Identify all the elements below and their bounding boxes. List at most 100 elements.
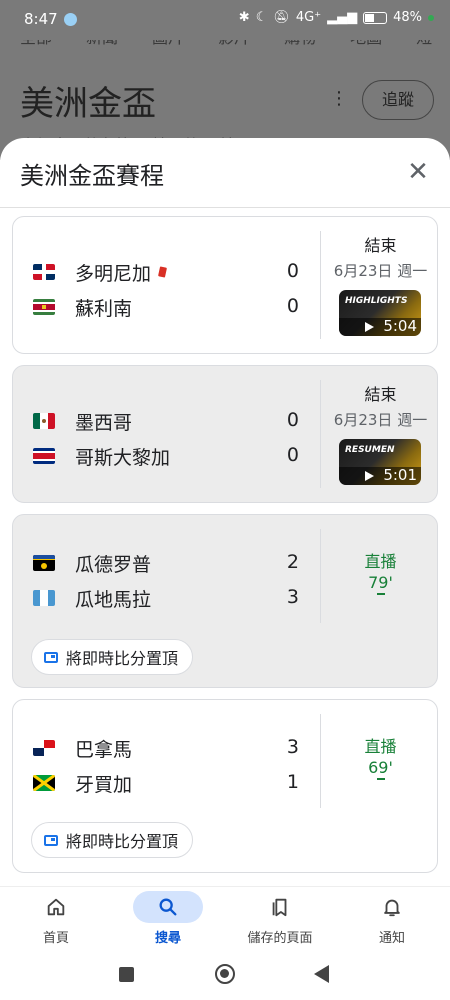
divider	[320, 714, 321, 808]
battery-percent: 48%	[393, 10, 422, 25]
team-score: 3	[286, 586, 299, 608]
nav-notifications[interactable]: 通知	[336, 891, 448, 946]
background-tabs: 全部 新聞 圖片 影片 購物 地圖 短	[0, 40, 450, 48]
divider	[320, 231, 321, 339]
close-icon: ✕	[407, 157, 429, 187]
nav-search[interactable]: 搜尋	[112, 891, 224, 946]
battery-icon	[363, 11, 388, 24]
video-thumbnail-title: HIGHLIGHTS	[345, 296, 408, 306]
jamaica-flag-shapes	[33, 775, 55, 791]
match-card[interactable]: 多明尼加 0 蘇利南 0 結束 6月23日 週一 HIGHLIGHTS 5:04	[12, 216, 438, 354]
pin-label: 將即時比分置頂	[66, 649, 179, 668]
status-bar: 8:47 ✱ ☾ 🔕︎ 4G⁺ ▂▄▆ 48%	[0, 0, 450, 40]
team-name: 瓜地馬拉	[75, 588, 152, 611]
status-time: 8:47	[24, 10, 58, 28]
schedule-sheet: 美洲金盃賽程 ✕ 多明尼加 0 蘇利南 0 結束 6月23日 週一 HIGHLI…	[0, 138, 450, 886]
team-name: 瓜德罗普	[75, 553, 152, 576]
live-status: 直播	[364, 737, 397, 756]
app-notification-icon	[64, 13, 77, 26]
team-score: 0	[286, 444, 299, 466]
play-icon	[365, 322, 374, 332]
team-score: 3	[286, 736, 299, 758]
play-icon	[365, 471, 374, 481]
bell-icon	[336, 891, 448, 923]
background-title: 美洲金盃	[20, 84, 156, 124]
match-card[interactable]: 巴拿馬 3 牙買加 1 直播 69' 將即時比分置頂	[12, 699, 438, 873]
bg-tab: 地圖	[350, 40, 382, 48]
system-navigation	[0, 952, 450, 1000]
pip-icon	[44, 834, 58, 846]
team-row: 多明尼加	[33, 259, 167, 285]
pin-label: 將即時比分置頂	[66, 832, 179, 851]
recents-button[interactable]	[119, 967, 134, 982]
divider	[320, 529, 321, 623]
live-minute: 69'	[322, 758, 439, 780]
bottom-navigation: 首頁 搜尋 儲存的頁面 通知	[0, 886, 450, 952]
close-button[interactable]: ✕	[402, 156, 434, 188]
match-card[interactable]: 瓜德罗普 2 瓜地馬拉 3 直播 79' 將即時比分置頂	[12, 514, 438, 688]
match-status: 結束	[364, 236, 397, 255]
charging-dot	[428, 14, 434, 21]
team-name: 墨西哥	[75, 411, 133, 434]
team-name: 蘇利南	[75, 297, 133, 320]
home-button[interactable]	[215, 964, 235, 984]
team-score: 2	[286, 551, 299, 573]
team-score: 0	[286, 260, 299, 282]
team-name: 巴拿馬	[75, 738, 133, 761]
team-name: 牙買加	[75, 773, 133, 796]
bg-tab: 影片	[218, 40, 250, 48]
pip-icon	[44, 651, 58, 663]
team-name: 哥斯大黎加	[75, 446, 171, 469]
more-vert-icon: ⋮	[330, 88, 348, 109]
moon-icon: ☾	[255, 10, 268, 25]
team-row: 墨西哥	[33, 408, 132, 434]
nav-label: 首頁	[42, 931, 69, 946]
mexico-flag-icon	[33, 413, 55, 429]
nav-pill-wrap	[112, 891, 224, 923]
bell-off-icon: 🔕︎	[273, 10, 290, 25]
bg-tab: 短	[416, 40, 432, 48]
team-score: 0	[286, 295, 299, 317]
divider	[320, 380, 321, 488]
live-status: 直播	[364, 552, 397, 571]
team-score: 0	[286, 409, 299, 431]
match-card[interactable]: 墨西哥 0 哥斯大黎加 0 結束 6月23日 週一 RESUMEN 5:01	[12, 365, 438, 503]
team-row: 瓜德罗普	[33, 550, 151, 576]
search-icon	[133, 891, 203, 923]
status-icons: ✱ ☾ 🔕︎ 4G⁺ ▂▄▆ 48%	[239, 10, 434, 25]
guadeloupe-flag-icon	[33, 555, 55, 571]
bg-tab: 圖片	[152, 40, 184, 48]
sheet-title: 美洲金盃賽程	[20, 162, 164, 190]
back-button[interactable]	[314, 965, 329, 983]
guatemala-flag-icon	[33, 590, 55, 606]
highlight-video-thumbnail[interactable]: RESUMEN 5:01	[339, 439, 421, 485]
bookmarks-icon	[224, 891, 336, 923]
team-score: 1	[286, 771, 299, 793]
bg-tab: 購物	[284, 40, 316, 48]
signal-icon: ▂▄▆	[327, 10, 358, 25]
nav-label: 儲存的頁面	[247, 931, 313, 946]
team-row: 牙買加	[33, 770, 132, 796]
pin-live-score-button[interactable]: 將即時比分置頂	[31, 822, 194, 858]
panama-flag-icon	[33, 740, 55, 756]
team-row: 瓜地馬拉	[33, 585, 151, 611]
match-date: 6月23日 週一	[333, 411, 428, 429]
pin-live-score-button[interactable]: 將即時比分置頂	[31, 639, 194, 675]
costa-rica-flag-icon	[33, 448, 55, 464]
team-row: 巴拿馬	[33, 735, 132, 761]
bg-tab: 全部	[20, 40, 52, 48]
video-thumbnail-title: RESUMEN	[345, 445, 395, 455]
network-label: 4G⁺	[295, 10, 322, 25]
bluetooth-icon: ✱	[238, 10, 250, 25]
dominican-flag-icon	[33, 264, 55, 280]
team-row: 哥斯大黎加	[33, 443, 170, 469]
highlight-video-thumbnail[interactable]: HIGHLIGHTS 5:04	[339, 290, 421, 336]
nav-home[interactable]: 首頁	[0, 891, 112, 946]
match-status: 結束	[364, 385, 397, 404]
nav-saved-pages[interactable]: 儲存的頁面	[224, 891, 336, 946]
sheet-header: 美洲金盃賽程 ✕	[0, 138, 450, 208]
team-row: 蘇利南	[33, 294, 132, 320]
home-icon	[0, 891, 112, 923]
team-name: 多明尼加	[75, 262, 152, 285]
video-duration: 5:04	[383, 317, 417, 335]
